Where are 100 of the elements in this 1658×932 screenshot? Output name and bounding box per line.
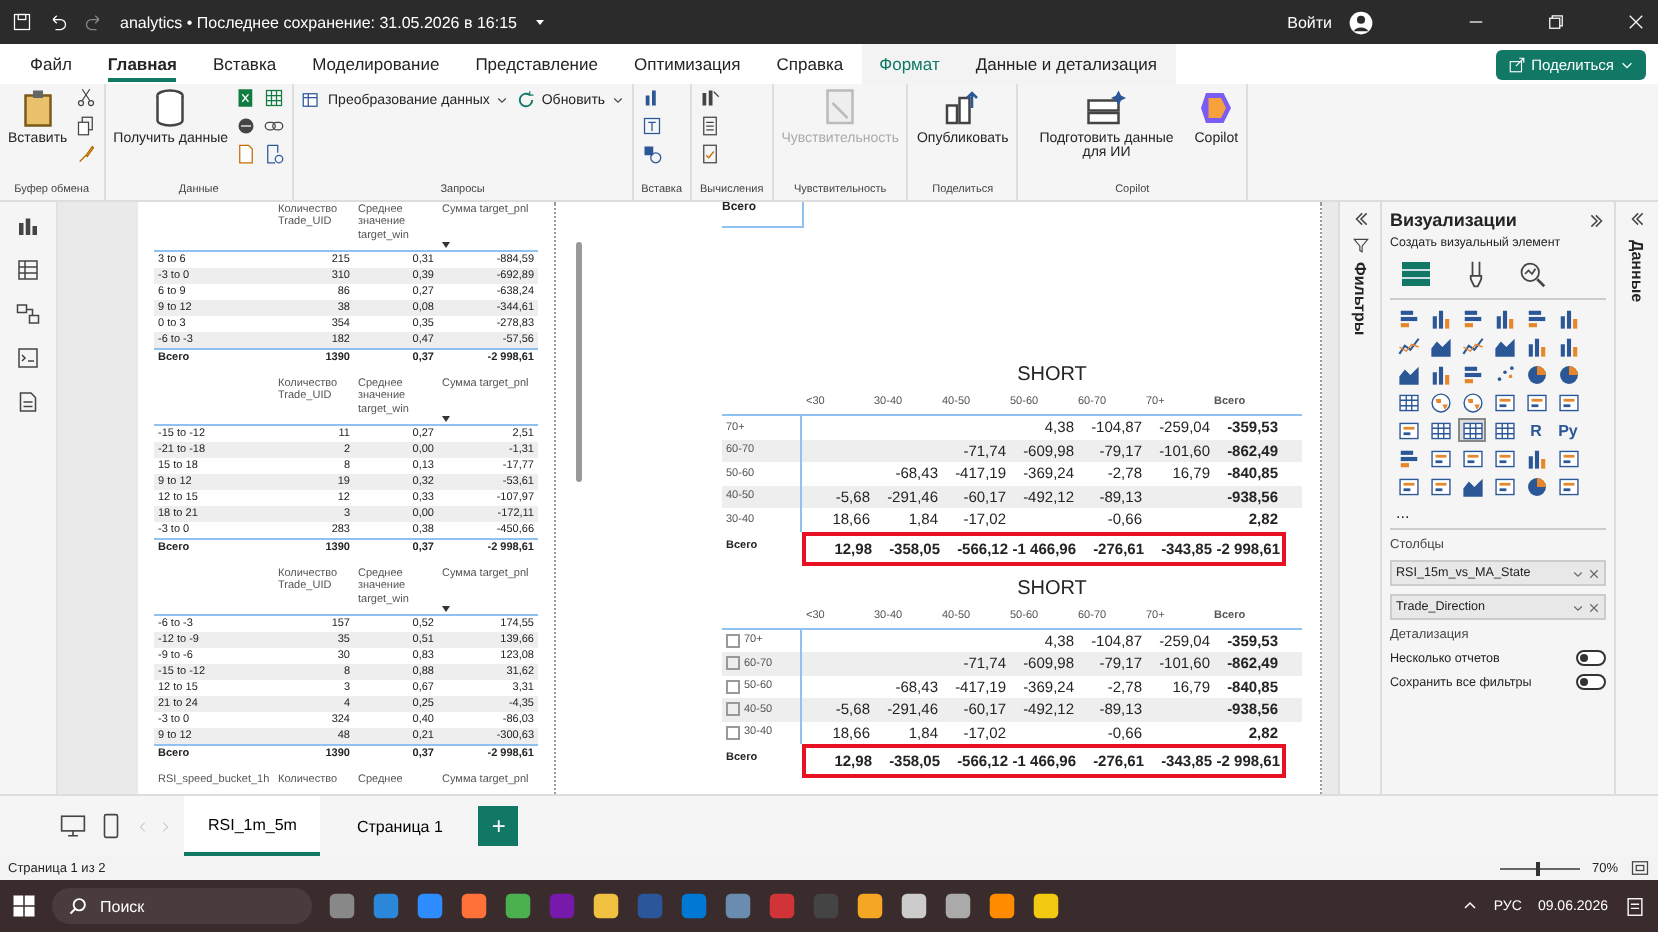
taskbar-app-icon[interactable] xyxy=(856,892,884,920)
taskbar-app-icon[interactable] xyxy=(724,892,752,920)
taskbar-app-icon[interactable] xyxy=(944,892,972,920)
search-icon xyxy=(68,896,88,916)
page-tab[interactable]: RSI_1m_5m xyxy=(184,796,321,856)
visual-type-button[interactable] xyxy=(1426,390,1454,414)
visual-type-button[interactable] xyxy=(1490,418,1518,442)
expand-icon[interactable] xyxy=(726,633,740,648)
taskbar-app-icon[interactable] xyxy=(504,892,532,920)
taskbar-app-icon[interactable] xyxy=(900,892,928,920)
visual-type-button[interactable] xyxy=(1426,418,1454,442)
more-visuals-button[interactable]: ... xyxy=(1390,504,1606,522)
sort-indicator-icon xyxy=(442,242,450,248)
visual-type-button[interactable] xyxy=(1490,334,1518,358)
recent-sources-icon xyxy=(264,144,285,164)
visual-type-button[interactable] xyxy=(1554,362,1582,386)
visual-type-button[interactable] xyxy=(1458,334,1486,358)
ribbon-tab[interactable]: Данные и детализация xyxy=(957,44,1176,84)
zoom-slider-thumb[interactable] xyxy=(1535,861,1540,875)
matrix-title: SHORT xyxy=(1015,577,1089,603)
taskbar-app-icon[interactable] xyxy=(592,892,620,920)
visual-type-button[interactable]: Py xyxy=(1554,418,1582,442)
visual-type-button[interactable] xyxy=(1522,362,1550,386)
close-icon xyxy=(1626,12,1646,32)
data-pane-title[interactable]: Данные xyxy=(1628,240,1646,303)
visual-type-button[interactable] xyxy=(1458,418,1486,442)
visual-icon xyxy=(1494,449,1514,467)
tmdl-view-icon xyxy=(16,390,40,414)
visual-type-button[interactable] xyxy=(1458,446,1486,470)
taskbar-search-field[interactable]: Поиск xyxy=(52,888,312,924)
visual-type-button[interactable] xyxy=(1490,474,1518,498)
taskbar-app-icon[interactable] xyxy=(372,892,400,920)
visual-type-button[interactable] xyxy=(1394,334,1422,358)
taskbar-app-icon[interactable] xyxy=(460,892,488,920)
bar-chart-icon xyxy=(1399,309,1417,327)
chevron-icon xyxy=(1572,567,1584,579)
visual-icon xyxy=(1494,393,1514,411)
visual-type-button[interactable] xyxy=(1458,390,1486,414)
table-edit-icon xyxy=(302,90,323,110)
ribbon-tab[interactable]: Главная xyxy=(89,44,195,84)
visual-type-button[interactable] xyxy=(1490,390,1518,414)
visual-type-button[interactable] xyxy=(1426,446,1454,470)
column-chart-icon xyxy=(1495,309,1513,328)
toggle-switch[interactable] xyxy=(1576,674,1606,690)
prev-page-icon xyxy=(136,819,150,833)
visual-icon xyxy=(1558,477,1578,495)
restore-icon xyxy=(1546,12,1566,32)
sign-in-link[interactable]: Войти xyxy=(1287,13,1332,31)
visual-type-button[interactable] xyxy=(1394,418,1422,442)
taskbar-app-icon[interactable] xyxy=(328,892,356,920)
table-icon xyxy=(1430,421,1450,439)
visual-type-button[interactable] xyxy=(1490,446,1518,470)
ribbon-tab[interactable]: Файл xyxy=(12,44,90,84)
page-tab[interactable]: Страница 1 xyxy=(332,796,467,856)
visual-type-button[interactable] xyxy=(1394,474,1422,498)
visual-type-button[interactable]: R xyxy=(1522,418,1550,442)
start-icon xyxy=(12,894,36,918)
column-chart-icon xyxy=(1527,449,1545,468)
bar-chart-icon xyxy=(1399,449,1417,467)
visual-type-button[interactable] xyxy=(1522,474,1550,498)
build-visual-icon xyxy=(1398,258,1434,290)
ribbon-tab[interactable]: Представление xyxy=(457,44,616,84)
ribbon-tab[interactable]: Формат xyxy=(861,44,958,84)
visual-type-button[interactable] xyxy=(1394,390,1422,414)
save-icon xyxy=(12,12,32,32)
bar-chart-icon xyxy=(1463,365,1481,383)
notification-icon xyxy=(1624,895,1646,917)
visual-type-button[interactable] xyxy=(1554,390,1582,414)
ribbon-tab[interactable]: Оптимизация xyxy=(615,44,759,84)
sort-indicator-icon xyxy=(442,416,450,422)
visual-type-button[interactable] xyxy=(1426,474,1454,498)
visual-type-button[interactable] xyxy=(1554,474,1582,498)
visual-type-button[interactable] xyxy=(1458,474,1486,498)
taskbar-app-icon[interactable] xyxy=(988,892,1016,920)
taskbar-app-icon[interactable] xyxy=(1032,892,1060,920)
visual-type-button[interactable] xyxy=(1522,390,1550,414)
link-icon xyxy=(264,116,285,136)
ribbon-tab[interactable]: Справка xyxy=(758,44,862,84)
filters-pane-title[interactable]: Фильтры xyxy=(1351,262,1369,336)
toggle-switch[interactable] xyxy=(1576,650,1606,666)
visual-icon xyxy=(1558,449,1578,467)
expand-icon[interactable] xyxy=(726,725,740,740)
quick-measure-icon xyxy=(700,144,721,164)
visual-type-button[interactable] xyxy=(1554,446,1582,470)
scrollbar-thumb[interactable] xyxy=(576,242,582,482)
expand-icon[interactable] xyxy=(726,679,740,694)
fit-page-icon xyxy=(1630,858,1650,878)
taskbar-app-icon[interactable] xyxy=(416,892,444,920)
table-icon xyxy=(1398,393,1418,411)
visual-icon xyxy=(1494,477,1514,495)
visual-icon xyxy=(1398,421,1418,439)
visual-type-button[interactable] xyxy=(1426,334,1454,358)
bar-chart-icon xyxy=(1527,309,1545,327)
visual-type-button[interactable] xyxy=(1394,362,1422,386)
collapse-icon xyxy=(1628,210,1646,228)
area-chart-icon xyxy=(1462,477,1482,496)
ribbon-tab[interactable]: Моделирование xyxy=(294,44,458,84)
visual-icon xyxy=(1526,393,1546,411)
ribbon-tab[interactable]: Вставка xyxy=(194,44,295,84)
add-page-button[interactable]: + xyxy=(478,806,519,846)
